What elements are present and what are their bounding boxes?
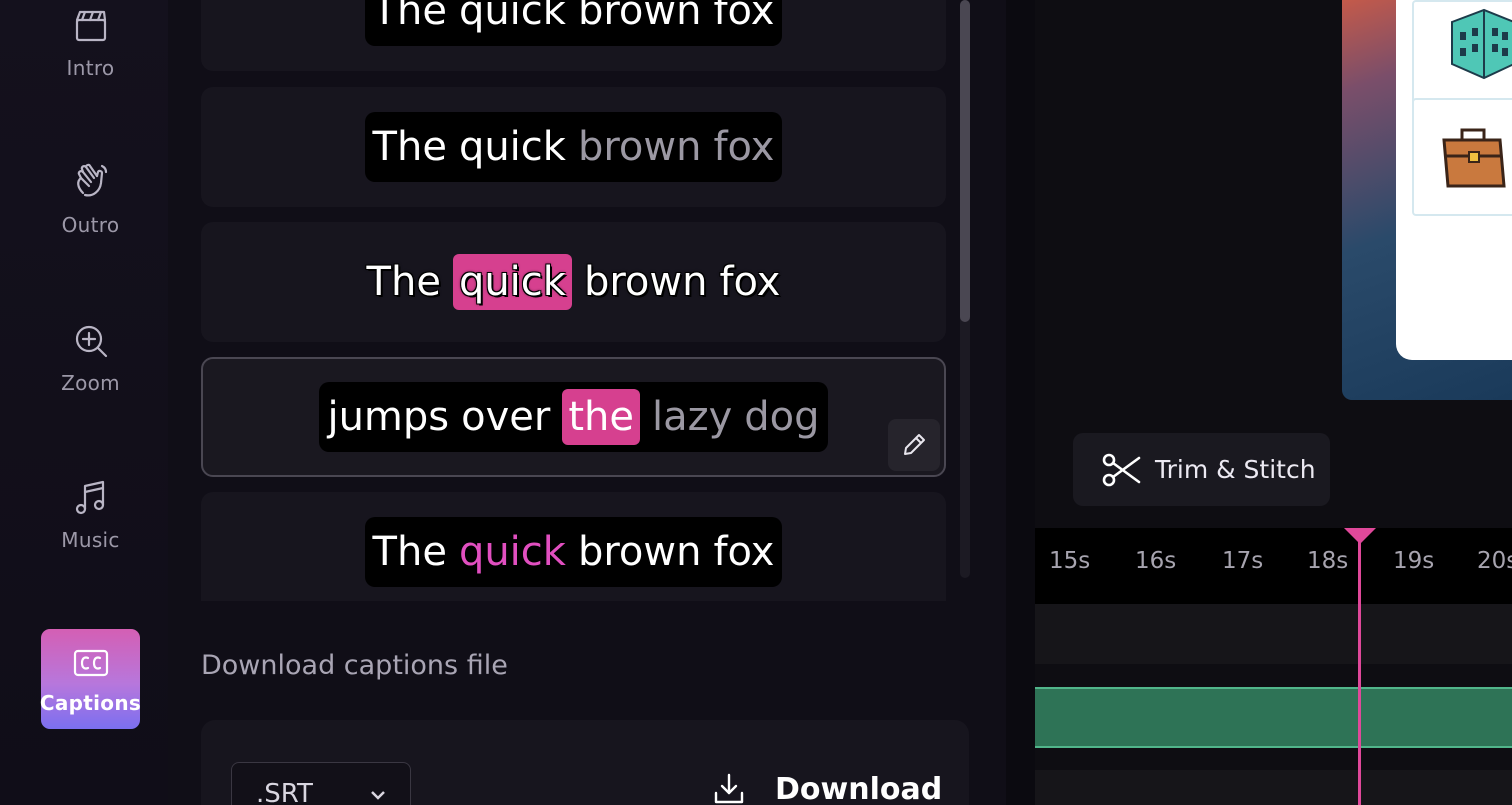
- download-icon: [714, 773, 744, 804]
- caption-word: jumps: [327, 394, 450, 440]
- download-card: .SRT Download: [201, 720, 969, 805]
- clapperboard-icon: [75, 10, 106, 42]
- scissors-icon: [1102, 453, 1141, 486]
- music-note-icon: [75, 480, 104, 515]
- trim-stitch-button[interactable]: Trim & Stitch: [1073, 433, 1330, 506]
- caption-preview: jumps over the lazy dog: [319, 382, 828, 452]
- caption-style-card[interactable]: The quick brown fox: [201, 222, 946, 342]
- sidebar-item-zoom[interactable]: Zoom: [41, 321, 140, 421]
- ruler-tick: 19s: [1393, 548, 1435, 574]
- caption-word: quick: [458, 0, 566, 34]
- caption-style-list: The quick brown fox The quick brown fox The qui…: [168, 0, 1006, 601]
- caption-style-card-selected[interactable]: jumps over the lazy dog: [201, 357, 946, 477]
- panel-divider: [1006, 0, 1035, 805]
- caption-list-scrollbar[interactable]: [960, 0, 970, 578]
- caption-preview: The quick brown fox: [364, 517, 783, 587]
- sidebar-item-intro[interactable]: Intro: [41, 6, 140, 106]
- ruler-tick: 15s: [1049, 548, 1091, 574]
- playhead[interactable]: [1358, 530, 1361, 805]
- caption-word: The: [372, 124, 447, 170]
- closed-captions-icon: [73, 649, 108, 677]
- pencil-icon: [904, 434, 925, 455]
- caption-word: The: [366, 259, 441, 305]
- ruler-tick: 18s: [1307, 548, 1349, 574]
- caption-word: fox: [719, 259, 781, 305]
- caption-format-select[interactable]: .SRT: [231, 762, 411, 805]
- download-section-title: Download captions file: [201, 650, 508, 681]
- timeline-ruler[interactable]: 15s 16s 17s 18s 19s 20s: [1035, 528, 1512, 604]
- caption-word: quick: [458, 124, 566, 170]
- caption-word-highlighted: the: [562, 389, 640, 445]
- download-button-label: Download: [775, 771, 943, 805]
- trim-stitch-label: Trim & Stitch: [1155, 455, 1316, 484]
- sidebar-item-captions[interactable]: Captions: [39, 629, 142, 729]
- captions-panel: The quick brown fox The quick brown fox The qui…: [168, 0, 1006, 805]
- chevron-down-icon: [371, 791, 385, 800]
- caption-preview: The quick brown fox: [364, 112, 783, 182]
- wave-hand-icon: [76, 163, 107, 197]
- zoom-in-icon: [75, 325, 107, 358]
- sidebar-item-label: Captions: [39, 691, 142, 715]
- timeline-track[interactable]: [1035, 604, 1512, 664]
- sidebar-item-label: Outro: [61, 213, 120, 237]
- caption-style-card[interactable]: The quick brown fox: [201, 0, 946, 71]
- briefcase-icon: [1412, 98, 1512, 216]
- caption-word: dog: [744, 394, 820, 440]
- timeline-clip[interactable]: [1035, 687, 1512, 748]
- caption-word: over: [461, 394, 551, 440]
- caption-word-highlighted: quick: [452, 254, 572, 310]
- caption-style-card[interactable]: The quick brown fox: [201, 87, 946, 207]
- caption-word: fox: [713, 529, 775, 575]
- format-value: .SRT: [256, 779, 313, 805]
- preview-document: [1396, 0, 1512, 360]
- ruler-tick: 20s: [1477, 548, 1512, 574]
- caption-word: fox: [713, 0, 775, 34]
- sidebar-item-music[interactable]: Music: [41, 478, 140, 578]
- edit-caption-button[interactable]: [888, 419, 940, 471]
- caption-style-card[interactable]: The quick brown fox: [201, 492, 946, 601]
- caption-word: brown: [577, 529, 702, 575]
- caption-preview: The quick brown fox: [364, 0, 783, 46]
- caption-word: brown: [583, 259, 708, 305]
- timeline-track[interactable]: [1035, 770, 1512, 805]
- caption-word-accent: quick: [458, 529, 566, 575]
- caption-word: brown: [577, 124, 702, 170]
- ruler-tick: 17s: [1222, 548, 1264, 574]
- sidebar-item-label: Music: [61, 528, 120, 552]
- sidebar-item-outro[interactable]: Outro: [41, 163, 140, 263]
- caption-word: The: [372, 529, 447, 575]
- caption-word: lazy: [651, 394, 733, 440]
- ruler-tick: 16s: [1135, 548, 1177, 574]
- video-editor: Trim & Stitch 15s 16s 17s 18s 19s 20s: [1035, 0, 1512, 805]
- caption-word: brown: [577, 0, 702, 34]
- left-sidebar: Intro Outro Zoom Music Captions: [0, 0, 168, 805]
- download-button[interactable]: Download: [711, 764, 942, 805]
- video-preview[interactable]: [1342, 0, 1512, 400]
- caption-preview: The quick brown fox: [359, 247, 789, 317]
- sidebar-item-label: Intro: [66, 56, 115, 80]
- caption-word: The: [372, 0, 447, 34]
- scrollbar-thumb[interactable]: [960, 0, 970, 322]
- caption-word: fox: [713, 124, 775, 170]
- sidebar-item-label: Zoom: [61, 371, 120, 395]
